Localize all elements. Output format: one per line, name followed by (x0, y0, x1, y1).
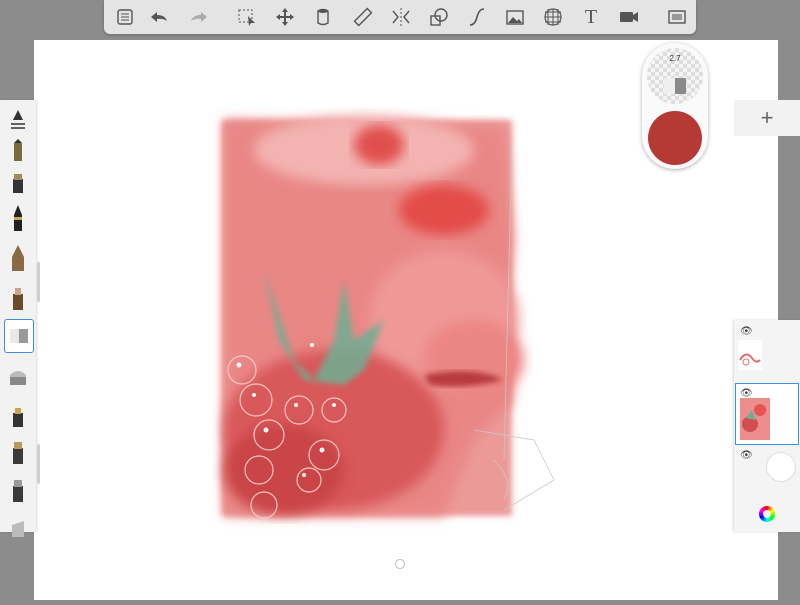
brush-puck[interactable]: 2.7 (642, 43, 708, 169)
layer-thumbnail (740, 398, 770, 440)
page-indicator (395, 559, 405, 569)
palette-scroll-handle-lower[interactable] (37, 444, 40, 484)
layers-panel: 👁 👁 👁 (734, 320, 800, 532)
perspective-icon[interactable] (540, 4, 566, 30)
video-icon[interactable] (616, 4, 642, 30)
top-toolbar: T (104, 0, 696, 34)
layer-item[interactable]: 👁 (736, 322, 798, 382)
current-color-swatch[interactable] (648, 111, 702, 165)
fullscreen-icon[interactable] (664, 4, 690, 30)
color-wheel-icon (759, 506, 775, 522)
redo-icon[interactable] (186, 4, 212, 30)
transform-icon[interactable] (272, 4, 298, 30)
brush-palette (0, 100, 36, 537)
menu-icon[interactable] (112, 4, 138, 30)
brush-size-opacity-control[interactable]: 2.7 (647, 48, 703, 104)
eye-icon[interactable]: 👁 (740, 326, 753, 337)
eraser-brush-icon[interactable] (4, 319, 34, 353)
airbrush-brush-icon[interactable] (4, 360, 32, 392)
blend-brush-icon[interactable] (4, 512, 32, 544)
color-editor-button[interactable] (734, 496, 800, 532)
add-layer-button[interactable]: + (734, 100, 800, 136)
marker-brush-icon[interactable] (4, 166, 32, 198)
image-icon[interactable] (502, 4, 528, 30)
plus-icon: + (760, 105, 774, 130)
paint-brush-icon[interactable] (4, 282, 32, 314)
layer-item-selected[interactable]: 👁 (735, 383, 799, 445)
eraser-preview-icon (664, 78, 686, 94)
ink-brush-icon[interactable] (4, 400, 32, 432)
brush-size-value: 2.7 (669, 54, 681, 63)
pencil-brush-icon[interactable] (4, 134, 32, 166)
layer-thumbnail (738, 340, 762, 370)
chalk-brush-icon[interactable] (4, 436, 32, 468)
fill-icon[interactable] (310, 4, 336, 30)
brush-settings-icon[interactable] (4, 104, 32, 136)
eye-icon[interactable]: 👁 (740, 450, 753, 461)
undo-icon[interactable] (146, 4, 172, 30)
ballpoint-brush-icon[interactable] (4, 242, 32, 274)
pen-brush-icon[interactable] (4, 202, 32, 234)
symmetry-icon[interactable] (388, 4, 414, 30)
selection-icon[interactable] (234, 4, 260, 30)
ruler-icon[interactable] (350, 4, 376, 30)
curve-icon[interactable] (464, 4, 490, 30)
blank-layer-thumbnail (766, 452, 796, 482)
smudge-brush-icon[interactable] (4, 474, 32, 506)
shapes-icon[interactable] (426, 4, 452, 30)
palette-scroll-handle[interactable] (37, 262, 40, 302)
text-icon[interactable]: T (578, 4, 604, 30)
